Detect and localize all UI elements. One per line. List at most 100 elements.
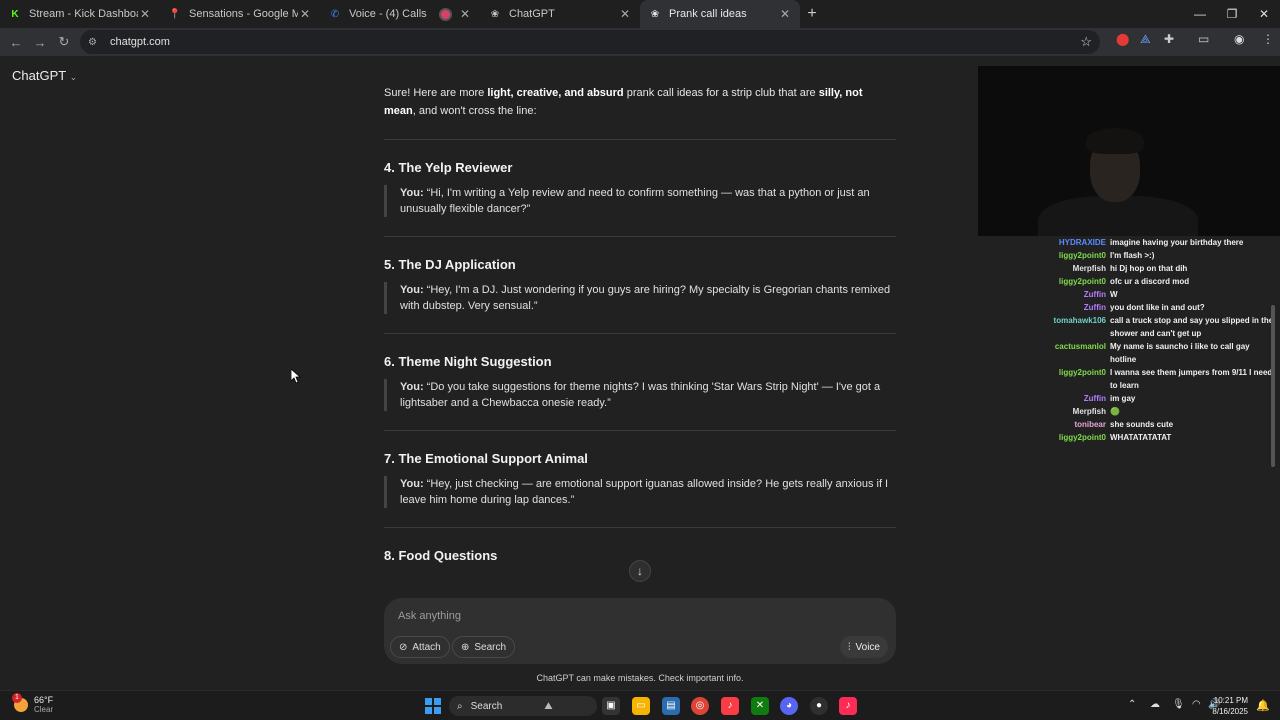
- profile-avatar[interactable]: ◉: [1234, 32, 1244, 46]
- clock-date: 8/16/2025: [1212, 707, 1248, 716]
- chat-username[interactable]: Zuffin: [1040, 288, 1110, 301]
- tab-google-maps[interactable]: 📍 Sensations - Google Maps ✕: [160, 0, 320, 28]
- close-tab-icon[interactable]: ✕: [298, 7, 312, 21]
- chat-message: HYDRAXIDE imagine having your birthday th…: [1040, 236, 1274, 249]
- disclaimer: ChatGPT can make mistakes. Check importa…: [536, 673, 744, 683]
- forward-icon[interactable]: →: [28, 35, 52, 50]
- bookmark-star-icon[interactable]: ☆: [1080, 34, 1092, 50]
- extensions-puzzle-icon[interactable]: ✚: [1164, 32, 1174, 46]
- new-tab-button[interactable]: +: [800, 5, 824, 23]
- music-app-icon[interactable]: ♪: [721, 697, 739, 715]
- search-button[interactable]: ⊕ Search: [452, 636, 516, 658]
- chat-message: Zuffin W: [1040, 288, 1274, 301]
- onedrive-icon[interactable]: ☁: [1150, 699, 1160, 710]
- file-explorer-icon[interactable]: ▭: [632, 697, 650, 715]
- close-tab-icon[interactable]: ✕: [138, 7, 152, 21]
- idea-section: 5. The DJ Application You: “Hey, I'm a D…: [384, 257, 896, 314]
- intro-text: prank call ideas for a strip club that a…: [623, 87, 819, 99]
- idea-section: 6. Theme Night Suggestion You: “Do you t…: [384, 354, 896, 411]
- chat-username[interactable]: tomahawk106: [1040, 314, 1110, 340]
- weather-widget[interactable]: 1 66°F Clear: [12, 693, 53, 715]
- chat-username[interactable]: Merpfish: [1040, 262, 1110, 275]
- tab-voice-calls[interactable]: ✆ Voice - (4) Calls ✕: [320, 0, 480, 28]
- chat-message: liggy2point0 WHATATATATAT: [1040, 431, 1274, 444]
- show-hidden-icons-icon[interactable]: ⌃: [1128, 699, 1136, 710]
- obs-icon[interactable]: ●: [810, 697, 828, 715]
- windows-start-icon[interactable]: [425, 698, 441, 714]
- minimize-icon[interactable]: —: [1184, 0, 1216, 28]
- chat-username[interactable]: tonibear: [1040, 418, 1110, 431]
- chat-text: she sounds cute: [1110, 420, 1174, 429]
- close-tab-icon[interactable]: ✕: [778, 7, 792, 21]
- chat-username[interactable]: liggy2point0: [1040, 275, 1110, 288]
- close-tab-icon[interactable]: ✕: [458, 7, 472, 21]
- browser-tab-bar: K Stream - Kick Dashboard ✕ 📍 Sensations…: [0, 0, 1280, 28]
- chat-message: tomahawk106 call a truck stop and say you…: [1040, 314, 1274, 340]
- chat-scrollbar[interactable]: [1271, 305, 1275, 467]
- task-view-icon[interactable]: ▣: [602, 697, 620, 715]
- tab-chatgpt[interactable]: ❀ ChatGPT ✕: [480, 0, 640, 28]
- close-window-icon[interactable]: ✕: [1248, 0, 1280, 28]
- address-bar[interactable]: ⚙ chatgpt.com ☆: [80, 30, 1100, 54]
- browser-menu-icon[interactable]: ⋮: [1262, 32, 1274, 46]
- weather-sun-icon: 1: [12, 693, 28, 712]
- search-highlight-icon: ⛰: [544, 700, 553, 712]
- tab-kick-dashboard[interactable]: K Stream - Kick Dashboard ✕: [0, 0, 160, 28]
- idea-quote: You: “Do you take suggestions for theme …: [384, 379, 896, 411]
- chat-username[interactable]: liggy2point0: [1040, 249, 1110, 262]
- webcam-person-body: [1038, 196, 1198, 236]
- intro-text: Sure! Here are more: [384, 87, 488, 99]
- idea-text: “Hi, I'm writing a Yelp review and need …: [400, 187, 870, 215]
- taskbar-search[interactable]: ⌕ Search ⛰: [449, 696, 597, 716]
- notification-badge: 1: [12, 693, 22, 703]
- reload-icon[interactable]: ↻: [52, 34, 76, 50]
- chat-username[interactable]: HYDRAXIDE: [1040, 236, 1110, 249]
- voice-button[interactable]: ⫶ Voice: [840, 636, 888, 658]
- store-icon[interactable]: ▤: [662, 697, 680, 715]
- stream-chat-overlay: HYDRAXIDE imagine having your birthday th…: [1040, 236, 1274, 444]
- search-icon: ⌕: [457, 700, 463, 712]
- idea-title: 6. Theme Night Suggestion: [384, 354, 552, 369]
- chat-username[interactable]: cactusmanlol: [1040, 340, 1110, 366]
- microphone-icon[interactable]: 🎙: [1172, 699, 1185, 710]
- side-panel-icon[interactable]: ▭: [1198, 32, 1209, 46]
- restore-icon[interactable]: ❐: [1216, 0, 1248, 28]
- speaker-label: You:: [400, 284, 424, 296]
- chat-username[interactable]: liggy2point0: [1040, 366, 1110, 392]
- scroll-to-bottom-button[interactable]: ↓: [629, 560, 651, 582]
- chat-message: Merpfish 🟢: [1040, 405, 1274, 418]
- idea-text: “Hey, just checking — are emotional supp…: [400, 478, 889, 506]
- chat-username[interactable]: liggy2point0: [1040, 431, 1110, 444]
- tiktok-icon[interactable]: ♪: [839, 697, 857, 715]
- back-icon[interactable]: ←: [4, 35, 28, 50]
- wifi-icon[interactable]: ◠: [1192, 699, 1201, 710]
- divider: [384, 236, 896, 237]
- chat-message: liggy2point0 I wanna see them jumpers fro…: [1040, 366, 1274, 392]
- tab-prank-call-ideas[interactable]: ❀ Prank call ideas ✕: [640, 0, 800, 28]
- chrome-icon[interactable]: ◎: [691, 697, 709, 715]
- attach-button[interactable]: ⊘ Attach: [390, 636, 450, 658]
- kick-icon: K: [11, 8, 19, 20]
- openai-icon: ❀: [650, 8, 660, 20]
- idea-title: 5. The DJ Application: [384, 257, 516, 272]
- intro-text: , and won't cross the line:: [412, 105, 537, 117]
- maps-pin-icon: 📍: [168, 8, 182, 20]
- speaker-label: You:: [400, 381, 424, 393]
- chat-username[interactable]: Zuffin: [1040, 301, 1110, 314]
- globe-icon: ⊕: [461, 641, 470, 653]
- site-settings-icon[interactable]: ⚙: [88, 37, 102, 48]
- chat-username[interactable]: Merpfish: [1040, 405, 1110, 418]
- xbox-icon[interactable]: ✕: [751, 697, 769, 715]
- openai-icon: ❀: [490, 8, 500, 20]
- notification-bell-icon[interactable]: 🔔: [1256, 699, 1270, 712]
- system-clock[interactable]: 10:21 PM 8/16/2025: [1212, 695, 1248, 717]
- close-tab-icon[interactable]: ✕: [618, 7, 632, 21]
- extension-blue-icon[interactable]: ⟁: [1140, 32, 1151, 47]
- discord-icon[interactable]: ◕: [780, 697, 798, 715]
- model-selector[interactable]: ChatGPT ⌄: [12, 68, 77, 83]
- prompt-input[interactable]: Ask anything: [398, 610, 461, 622]
- chat-username[interactable]: Zuffin: [1040, 392, 1110, 405]
- chat-message: Zuffin you dont like in and out?: [1040, 301, 1274, 314]
- idea-quote: You: “Hey, just checking — are emotional…: [384, 476, 896, 508]
- extension-red-icon[interactable]: ⬤: [1116, 32, 1129, 46]
